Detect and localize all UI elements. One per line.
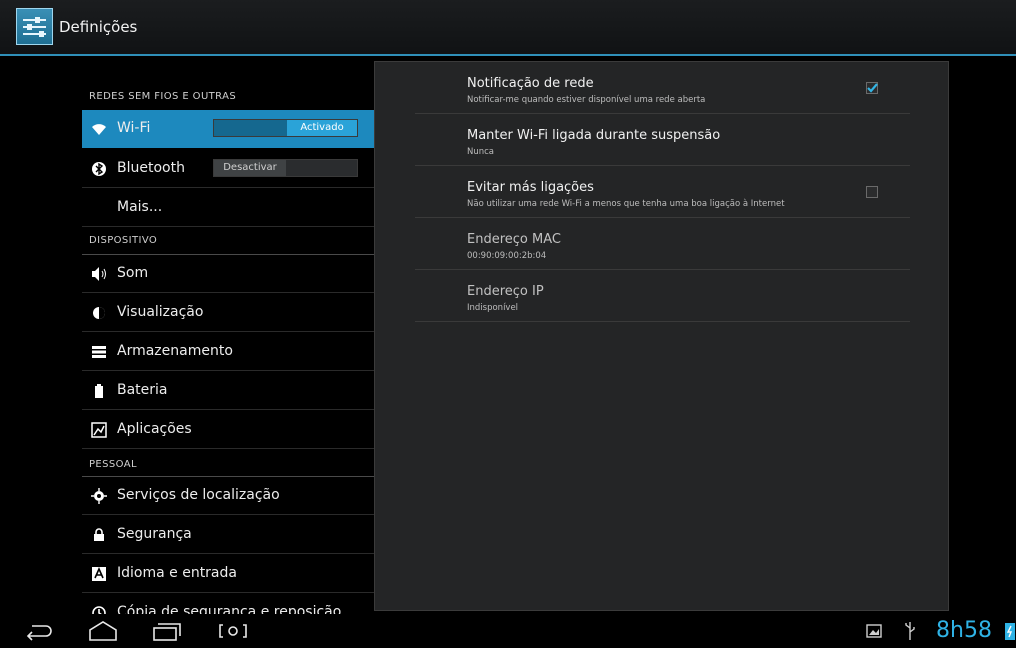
pref-avoid-bad-connections[interactable]: Evitar más ligações Não utilizar uma red… (415, 166, 910, 218)
language-icon (91, 566, 107, 582)
sidebar-item-location[interactable]: Serviços de localização (82, 477, 374, 515)
location-icon (91, 488, 107, 504)
pref-summary: Notificar-me quando estiver disponível u… (467, 95, 706, 105)
usb-icon (903, 620, 917, 642)
system-navigation-bar: 8h58 (0, 614, 1016, 648)
sound-icon (91, 266, 107, 282)
category-device: DISPOSITIVO (89, 235, 158, 246)
action-bar: Definições (0, 0, 1016, 56)
bluetooth-toggle[interactable]: Desactivar (213, 159, 358, 177)
sidebar-item-apps[interactable]: Aplicações (82, 411, 374, 449)
category-wireless: REDES SEM FIOS E OUTRAS (89, 91, 237, 102)
apps-icon (91, 422, 107, 438)
screenshot-icon[interactable] (218, 620, 248, 642)
gallery-icon (866, 620, 882, 642)
sidebar-item-wifi[interactable]: Wi-Fi Activado (82, 110, 374, 148)
settings-icon[interactable] (16, 8, 53, 45)
pref-title: Manter Wi-Fi ligada durante suspensão (467, 128, 721, 143)
pref-title: Notificação de rede (467, 76, 594, 91)
sidebar-item-label: Cópia de segurança e reposição (117, 604, 342, 614)
sidebar-item-language[interactable]: Idioma e entrada (82, 555, 374, 593)
toggle-on-label: Activado (287, 120, 357, 136)
pref-keep-wifi-on-sleep[interactable]: Manter Wi-Fi ligada durante suspensão Nu… (415, 114, 910, 166)
wifi-icon (91, 121, 107, 137)
pref-network-notification[interactable]: Notificação de rede Notificar-me quando … (415, 62, 910, 114)
sidebar-item-backup[interactable]: Cópia de segurança e reposição (82, 594, 374, 614)
battery-charging-icon (1004, 620, 1016, 642)
pref-title: Endereço MAC (467, 232, 561, 247)
category-personal: PESSOAL (89, 459, 137, 470)
pref-summary: Nunca (467, 147, 495, 157)
pref-title: Evitar más ligações (467, 180, 594, 195)
backup-icon (91, 605, 107, 614)
battery-icon (91, 383, 107, 399)
display-icon (91, 305, 107, 321)
back-icon[interactable] (24, 620, 54, 642)
pref-mac-address: Endereço MAC 00:90:09:00:2b:04 (415, 218, 910, 270)
toggle-off-label: Desactivar (214, 160, 286, 176)
status-clock: 8h58 (936, 618, 992, 643)
bluetooth-icon (91, 161, 107, 177)
sidebar-item-label: Bluetooth (117, 160, 185, 176)
home-icon[interactable] (88, 620, 118, 642)
lock-icon (91, 527, 107, 543)
sidebar-item-label: Aplicações (117, 421, 192, 437)
sidebar-item-storage[interactable]: Armazenamento (82, 333, 374, 371)
sidebar-item-label: Serviços de localização (117, 487, 280, 503)
wifi-advanced-panel: Notificação de rede Notificar-me quando … (374, 61, 949, 611)
recent-apps-icon[interactable] (152, 620, 182, 642)
wifi-toggle[interactable]: Activado (213, 119, 358, 137)
sidebar-item-sound[interactable]: Som (82, 255, 374, 293)
page-title: Definições (59, 18, 138, 36)
network-notification-checkbox[interactable] (866, 82, 878, 94)
pref-summary: 00:90:09:00:2b:04 (467, 251, 547, 261)
sidebar-item-security[interactable]: Segurança (82, 516, 374, 554)
settings-category-list: REDES SEM FIOS E OUTRAS Wi-Fi Activado B… (82, 58, 374, 614)
sidebar-item-label: Idioma e entrada (117, 565, 237, 581)
sidebar-item-label: Bateria (117, 382, 168, 398)
sidebar-item-label: Som (117, 265, 149, 281)
pref-ip-address: Endereço IP Indisponível (415, 270, 910, 322)
sidebar-item-label: Armazenamento (117, 343, 233, 359)
sidebar-item-bluetooth[interactable]: Bluetooth Desactivar (82, 150, 374, 188)
sidebar-item-label: Mais... (117, 199, 163, 215)
pref-summary: Indisponível (467, 303, 519, 313)
avoid-bad-connections-checkbox[interactable] (866, 186, 878, 198)
storage-icon (91, 344, 107, 360)
sidebar-item-label: Segurança (117, 526, 192, 542)
sidebar-item-battery[interactable]: Bateria (82, 372, 374, 410)
sidebar-item-more[interactable]: Mais... (82, 189, 374, 227)
sidebar-item-display[interactable]: Visualização (82, 294, 374, 332)
pref-title: Endereço IP (467, 284, 544, 299)
sidebar-item-label: Visualização (117, 304, 204, 320)
sidebar-item-label: Wi-Fi (117, 120, 151, 136)
pref-summary: Não utilizar uma rede Wi-Fi a menos que … (467, 199, 785, 209)
